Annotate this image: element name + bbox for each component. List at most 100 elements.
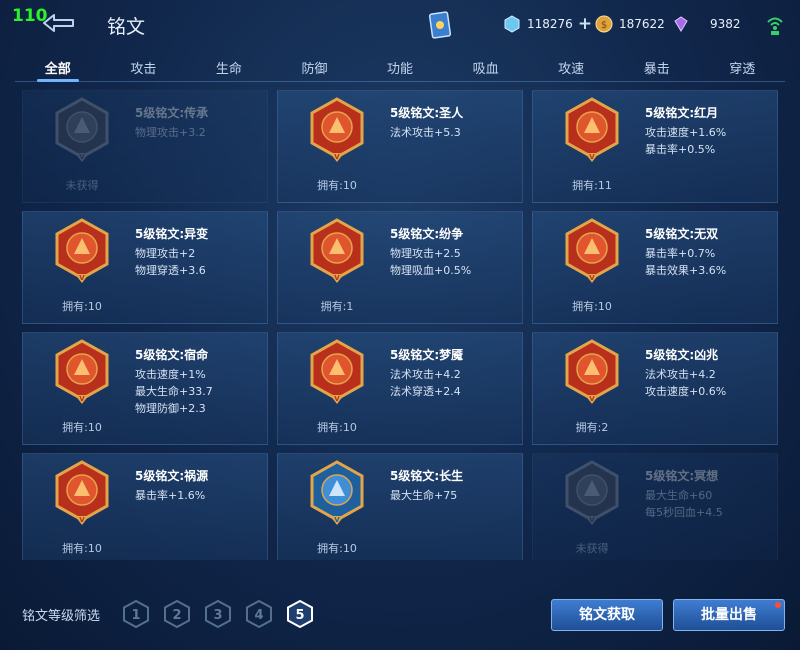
gold-value: 187622 — [619, 17, 665, 31]
owned-count: 未获得 — [575, 542, 609, 555]
inscription-attribute: 每5秒回血+4.5 — [645, 506, 723, 519]
inscription-name: 5级铭文:圣人 — [390, 106, 464, 120]
svg-text:V: V — [79, 395, 85, 403]
inscription-fenzheng-icon: V — [310, 218, 364, 283]
coupon-icon — [504, 15, 520, 33]
tab-8[interactable]: 穿透 — [700, 52, 786, 80]
inscription-attribute: 攻击速度+0.6% — [645, 385, 727, 398]
tab-5[interactable]: 吸血 — [443, 52, 529, 80]
gold-coin-icon: $ — [595, 15, 613, 33]
inscription-book-icon[interactable] — [428, 10, 452, 40]
svg-text:V: V — [79, 153, 85, 161]
back-arrow-icon[interactable] — [40, 12, 76, 34]
coupon-counter: 118276 + — [503, 14, 592, 34]
inscription-card[interactable]: V 拥有:2 5级铭文:凶兆 法术攻击+4.2 攻击速度+0.6% — [532, 332, 778, 445]
gem-counter: 9382 — [672, 14, 741, 34]
notification-dot — [775, 602, 781, 608]
tab-3[interactable]: 防御 — [272, 52, 358, 80]
gem-value: 9382 — [710, 17, 741, 31]
inscription-xiongzhao-icon: V — [565, 339, 619, 404]
owned-count: 拥有:2 — [575, 421, 609, 434]
page-title: 铭文 — [107, 16, 146, 38]
inscription-name: 5级铭文:纷争 — [390, 227, 464, 241]
owned-count: 拥有:10 — [62, 421, 102, 434]
inscription-card[interactable]: V 拥有:10 5级铭文:异变 物理攻击+2 物理穿透+3.6 — [22, 211, 268, 324]
inscription-mingxiang-icon: V — [565, 460, 619, 525]
svg-text:V: V — [79, 274, 85, 282]
inscription-card[interactable]: V 拥有:10 5级铭文:长生 最大生命+75 — [277, 453, 523, 560]
inscription-suming-icon: V — [55, 339, 109, 404]
inscription-attribute: 最大生命+60 — [645, 489, 713, 502]
inscription-attribute: 物理穿透+3.6 — [135, 264, 206, 277]
inscription-grid: V 未获得 5级铭文:传承 物理攻击+3.2 V 拥有:10 5级铭文:圣人 法术攻击+5.3… — [22, 90, 780, 560]
owned-count: 拥有:1 — [320, 300, 354, 313]
inscription-attribute: 物理攻击+2.5 — [390, 247, 461, 260]
inscription-name: 5级铭文:祸源 — [135, 469, 209, 483]
tab-1[interactable]: 攻击 — [101, 52, 187, 80]
inscription-attribute: 物理防御+2.3 — [135, 402, 206, 415]
inscription-card[interactable]: V 拥有:1 5级铭文:纷争 物理攻击+2.5 物理吸血+0.5% — [277, 211, 523, 324]
inscription-attribute: 攻击速度+1.6% — [645, 126, 727, 139]
inscription-card[interactable]: V 拥有:10 5级铭文:梦魇 法术攻击+4.2 法术穿透+2.4 — [277, 332, 523, 445]
owned-count: 拥有:11 — [572, 179, 612, 192]
inscription-attribute: 物理攻击+3.2 — [135, 126, 206, 139]
add-coupon-button[interactable]: + — [578, 14, 592, 34]
inscription-card[interactable]: V 拥有:10 5级铭文:祸源 暴击率+1.6% — [22, 453, 268, 560]
level-filter-2[interactable]: 2 — [163, 600, 191, 628]
inscription-name: 5级铭文:凶兆 — [645, 348, 719, 362]
svg-text:V: V — [334, 274, 340, 282]
tab-6[interactable]: 攻速 — [528, 52, 614, 80]
inscription-attribute: 最大生命+33.7 — [135, 385, 213, 398]
owned-count: 拥有:10 — [62, 300, 102, 313]
inscription-name: 5级铭文:长生 — [390, 469, 464, 483]
level-filter-1[interactable]: 1 — [122, 600, 150, 628]
inscription-card[interactable]: V 拥有:10 5级铭文:无双 暴击率+0.7% 暴击效果+3.6% — [532, 211, 778, 324]
owned-count: 拥有:10 — [62, 542, 102, 555]
inscription-name: 5级铭文:异变 — [135, 227, 209, 241]
inscription-attribute: 暴击效果+3.6% — [645, 264, 727, 277]
tab-divider — [15, 81, 785, 82]
inscription-hongyue-icon: V — [565, 97, 619, 162]
owned-count: 未获得 — [65, 179, 99, 192]
inscription-attribute: 法术攻击+5.3 — [390, 126, 461, 139]
inscription-huoyuan-icon: V — [55, 460, 109, 525]
category-tabs: 全部 攻击 生命 防御 功能 吸血 攻速 暴击 穿透 — [15, 52, 786, 82]
gold-counter: $ 187622 — [595, 14, 665, 34]
bulk-sell-button[interactable]: 批量出售 — [673, 599, 785, 631]
level-filter-label: 2 — [172, 608, 181, 623]
tab-4[interactable]: 功能 — [357, 52, 443, 80]
tab-2[interactable]: 生命 — [186, 52, 272, 80]
inscription-attribute: 暴击率+0.7% — [645, 247, 716, 260]
tab-7[interactable]: 暴击 — [614, 52, 700, 80]
tab-0[interactable]: 全部 — [15, 52, 101, 82]
inscription-card[interactable]: V 拥有:10 5级铭文:圣人 法术攻击+5.3 — [277, 90, 523, 203]
level-filter-label: 1 — [131, 608, 140, 623]
inscription-attribute: 法术攻击+4.2 — [390, 368, 461, 381]
inscription-mengyan-icon: V — [310, 339, 364, 404]
svg-text:V: V — [589, 516, 595, 524]
owned-count: 拥有:10 — [572, 300, 612, 313]
inscription-attribute: 法术穿透+2.4 — [390, 385, 461, 398]
level-filter-5[interactable]: 5 — [286, 600, 314, 628]
level-filter-label: 铭文等级筛选 — [22, 609, 101, 624]
inscription-chuancheng-icon: V — [55, 97, 109, 162]
inscription-card[interactable]: V 拥有:10 5级铭文:宿命 攻击速度+1% 最大生命+33.7 物理防御+2.3 — [22, 332, 268, 445]
get-inscription-button[interactable]: 铭文获取 — [551, 599, 663, 631]
level-filter-label: 4 — [254, 608, 263, 623]
level-filter-4[interactable]: 4 — [245, 600, 273, 628]
inscription-yibian-icon: V — [55, 218, 109, 283]
bulk-sell-label: 批量出售 — [701, 607, 757, 623]
inscription-attribute: 物理攻击+2 — [135, 247, 196, 260]
inscription-card[interactable]: V 未获得 5级铭文:冥想 最大生命+60 每5秒回血+4.5 — [532, 453, 778, 560]
inscription-card[interactable]: V 拥有:11 5级铭文:红月 攻击速度+1.6% 暴击率+0.5% — [532, 90, 778, 203]
inscription-attribute: 暴击率+0.5% — [645, 143, 716, 156]
coupon-value: 118276 — [527, 17, 573, 31]
inscription-card[interactable]: V 未获得 5级铭文:传承 物理攻击+3.2 — [22, 90, 268, 203]
inscription-name: 5级铭文:红月 — [645, 106, 719, 120]
level-filter-3[interactable]: 3 — [204, 600, 232, 628]
level-filter-label: 5 — [295, 608, 304, 623]
owned-count: 拥有:10 — [317, 421, 357, 434]
gem-icon — [674, 16, 688, 32]
inscription-attribute: 物理吸血+0.5% — [390, 264, 472, 277]
inscription-name: 5级铭文:宿命 — [135, 348, 209, 362]
